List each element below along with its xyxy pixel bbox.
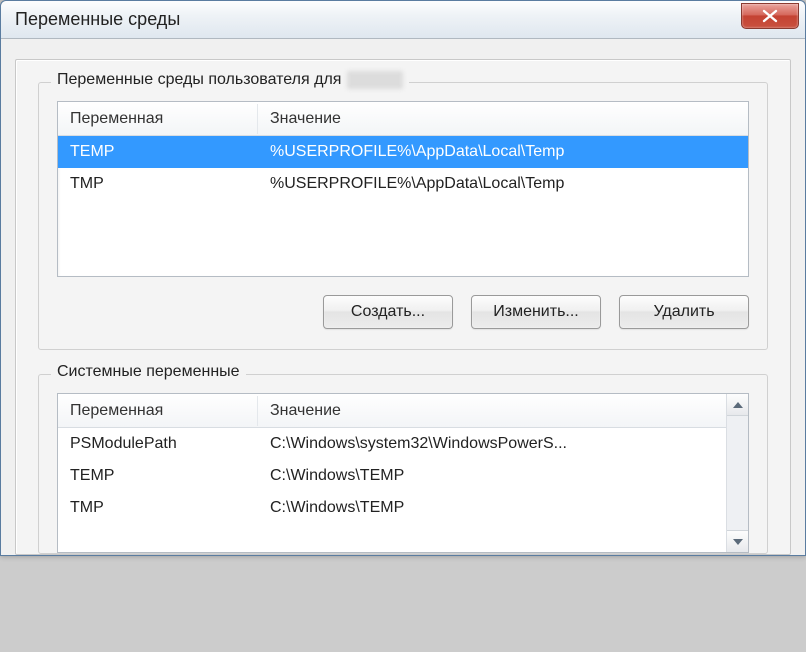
cell-name: TEMP [58, 463, 258, 489]
system-vars-header: Переменная Значение [58, 394, 726, 428]
cell-value: %USERPROFILE%\AppData\Local\Temp [258, 139, 748, 165]
chevron-down-icon [733, 539, 743, 545]
cell-name: TEMP [58, 139, 258, 165]
col-header-name[interactable]: Переменная [58, 104, 258, 134]
cell-value: %USERPROFILE%\AppData\Local\Temp [258, 171, 748, 197]
cell-name: TMP [58, 495, 258, 521]
inner-panel: Переменные среды пользователя для Переме… [15, 59, 791, 555]
user-vars-legend-text: Переменные среды пользователя для [57, 71, 341, 89]
cell-name: TMP [58, 171, 258, 197]
scroll-up-button[interactable] [727, 394, 748, 416]
system-vars-legend: Системные переменные [51, 363, 246, 381]
create-button[interactable]: Создать... [323, 295, 453, 329]
user-vars-header: Переменная Значение [58, 102, 748, 136]
titlebar: Переменные среды [1, 1, 805, 39]
list-item[interactable]: TEMP %USERPROFILE%\AppData\Local\Temp [58, 136, 748, 168]
user-vars-buttons: Создать... Изменить... Удалить [57, 295, 749, 329]
system-vars-list[interactable]: Переменная Значение PSModulePath C:\Wind… [58, 394, 726, 552]
list-item[interactable]: TMP %USERPROFILE%\AppData\Local\Temp [58, 168, 748, 200]
chevron-up-icon [733, 402, 743, 408]
username-blurred [347, 71, 403, 89]
delete-button[interactable]: Удалить [619, 295, 749, 329]
cell-name: PSModulePath [58, 431, 258, 457]
user-vars-body: TEMP %USERPROFILE%\AppData\Local\Temp TM… [58, 136, 748, 200]
env-vars-dialog: Переменные среды Переменные среды пользо… [0, 0, 806, 556]
list-item[interactable]: PSModulePath C:\Windows\system32\Windows… [58, 428, 726, 460]
edit-button[interactable]: Изменить... [471, 295, 601, 329]
scroll-down-button[interactable] [727, 530, 748, 552]
col-header-value[interactable]: Значение [258, 104, 748, 134]
user-vars-legend: Переменные среды пользователя для [51, 71, 409, 89]
close-button[interactable] [741, 3, 799, 29]
user-vars-group: Переменные среды пользователя для Переме… [38, 82, 768, 350]
col-header-value[interactable]: Значение [258, 396, 726, 426]
window-title: Переменные среды [15, 9, 180, 30]
close-icon [761, 9, 779, 23]
scroll-track[interactable] [727, 416, 748, 530]
cell-value: C:\Windows\TEMP [258, 495, 726, 521]
user-vars-list[interactable]: Переменная Значение TEMP %USERPROFILE%\A… [57, 101, 749, 277]
system-vars-list-wrap: Переменная Значение PSModulePath C:\Wind… [57, 393, 749, 553]
system-vars-legend-text: Системные переменные [57, 363, 240, 381]
system-vars-body: PSModulePath C:\Windows\system32\Windows… [58, 428, 726, 524]
vertical-scrollbar[interactable] [726, 394, 748, 552]
cell-value: C:\Windows\system32\WindowsPowerS... [258, 431, 726, 457]
col-header-name[interactable]: Переменная [58, 396, 258, 426]
client-area: Переменные среды пользователя для Переме… [1, 39, 805, 555]
cell-value: C:\Windows\TEMP [258, 463, 726, 489]
list-item[interactable]: TEMP C:\Windows\TEMP [58, 460, 726, 492]
list-item[interactable]: TMP C:\Windows\TEMP [58, 492, 726, 524]
system-vars-group: Системные переменные Переменная Значение… [38, 374, 768, 554]
